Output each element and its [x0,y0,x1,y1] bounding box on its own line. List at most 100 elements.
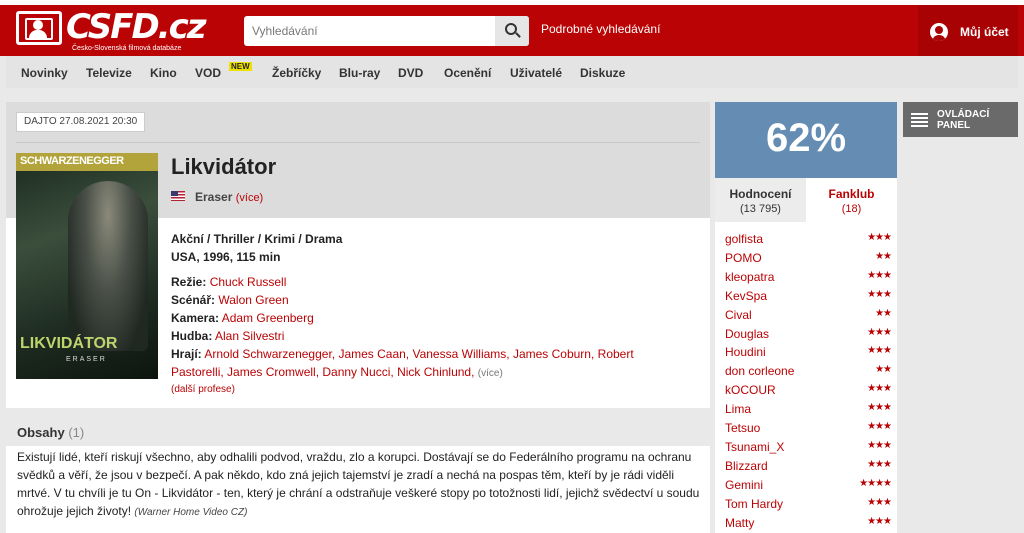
rater-row[interactable]: golfista ★★★ [725,232,892,250]
rater-row[interactable]: Tetsuo ★★★ [725,421,892,439]
search-input[interactable] [244,16,494,46]
nav-item-bluray[interactable]: Blu-ray [339,66,380,80]
rater-stars: ★★ [875,364,892,376]
creator-cast: Hrají: Arnold Schwarzenegger, James Caan… [171,347,634,361]
tab-ratings[interactable]: Hodnocení (13 795) [715,178,806,222]
rater-row[interactable]: kOCOUR ★★★ [725,383,892,401]
plot-panel: Obsahy (1) Existují lidé, kteří riskují … [6,416,710,533]
plot-count: (1) [68,425,85,440]
rater-stars: ★★★★ [859,477,892,489]
rater-name[interactable]: Blizzard [725,459,768,473]
rater-stars: ★★★ [867,439,892,451]
rater-name[interactable]: Lima [725,402,751,416]
nav-item-vod[interactable]: VOD [195,66,221,80]
rater-name[interactable]: Houdini [725,345,766,359]
creator-role: Režie: [171,275,207,289]
film-title: Likvidátor [171,154,277,179]
logo-film-icon [16,11,62,45]
creator-role: Hudba: [171,329,213,343]
nav-item-uzivatele[interactable]: Uživatelé [510,66,562,80]
rater-stars: ★★ [875,250,892,262]
nav-item-zebricky[interactable]: Žebříčky [272,66,321,80]
cast-more-link[interactable]: (více) [478,368,503,379]
rating-column: 62% Hodnocení (13 795) Fanklub (18) golf… [715,102,897,533]
rater-name[interactable]: KevSpa [725,289,767,303]
cast-links[interactable]: Arnold Schwarzenegger, James Caan, Vanes… [204,347,633,361]
search-button[interactable] [495,16,529,46]
cast-links[interactable]: Pastorelli, James Cromwell, Danny Nucci,… [171,365,474,379]
rater-row[interactable]: Matty ★★★ [725,516,892,533]
rater-stars: ★★★ [867,345,892,357]
tab-fanclub[interactable]: Fanklub (18) [806,178,897,222]
account-label: Můj účet [960,25,1009,39]
rater-row[interactable]: KevSpa ★★★ [725,288,892,307]
rater-row[interactable]: Douglas ★★★ [725,327,892,345]
rater-stars: ★★★ [867,402,892,414]
creator-link[interactable]: Chuck Russell [210,275,287,289]
rater-name[interactable]: kOCOUR [725,383,776,397]
rater-row[interactable]: Lima ★★★ [725,402,892,420]
nav-item-dvd[interactable]: DVD [398,66,423,80]
creator-music: Hudba: Alan Silvestri [171,329,284,343]
control-panel-label: OVLÁDACÍ PANEL [937,109,990,131]
film-genres: Akční / Thriller / Krimi / Drama [171,232,343,246]
nav-item-televize[interactable]: Televize [86,66,132,80]
rater-row[interactable]: Blizzard ★★★ [725,458,892,477]
nav-item-kino[interactable]: Kino [150,66,177,80]
rater-name[interactable]: Douglas [725,327,769,341]
tv-broadcast-tag[interactable]: DAJTO 27.08.2021 20:30 [16,112,146,132]
rater-name[interactable]: Gemini [725,478,763,492]
rater-row[interactable]: Cival ★★ [725,307,892,326]
rater-stars: ★★★ [867,269,892,281]
film-poster[interactable]: SCHWARZENEGGER LIKVIDÁTOR ERASER [16,153,158,379]
rater-stars: ★★★ [867,232,892,243]
rater-name[interactable]: golfista [725,232,763,246]
nav-item-novinky[interactable]: Novinky [21,66,68,80]
tab-fanclub-count: (18) [841,203,862,215]
rater-row[interactable]: don corleone ★★ [725,364,892,382]
rater-name[interactable]: don corleone [725,364,794,378]
extra-professions-link[interactable]: (další profese) [171,384,235,395]
search-box [244,16,529,46]
control-panel-button[interactable]: OVLÁDACÍ PANEL [903,102,1018,137]
creator-link[interactable]: Adam Greenberg [222,311,314,325]
rater-row[interactable]: Gemini ★★★★ [725,477,892,496]
rater-row[interactable]: kleopatra ★★★ [725,269,892,288]
poster-actor-name: SCHWARZENEGGER [20,155,124,167]
rater-name[interactable]: kleopatra [725,270,774,284]
rater-stars: ★★★ [867,458,892,470]
site-header: CSFD.cz Česko-Slovenská filmová databáze… [0,0,1024,56]
original-name-text: Eraser [195,190,233,204]
film-panel: DAJTO 27.08.2021 20:30 SCHWARZENEGGER LI… [6,102,710,408]
rater-row[interactable]: POMO ★★ [725,250,892,269]
rater-row[interactable]: Houdini ★★★ [725,345,892,363]
account-button[interactable]: Můj účet [918,5,1018,56]
rater-row[interactable]: Tom Hardy ★★★ [725,497,892,515]
rater-stars: ★★ [875,307,892,319]
creator-role: Hrají: [171,347,202,361]
creator-cast-cont: Pastorelli, James Cromwell, Danny Nucci,… [171,365,503,379]
creator-director: Režie: Chuck Russell [171,275,286,289]
rater-name[interactable]: Cival [725,308,752,322]
poster-subtitle: ERASER [66,356,107,363]
rater-row[interactable]: Tsunami_X ★★★ [725,439,892,458]
header-bar: CSFD.cz Česko-Slovenská filmová databáze… [6,5,1018,56]
rater-name[interactable]: Tom Hardy [725,497,783,511]
creator-link[interactable]: Walon Green [218,293,288,307]
creator-camera: Kamera: Adam Greenberg [171,311,314,325]
plot-header: Obsahy (1) [6,416,710,446]
nav-item-diskuze[interactable]: Diskuze [580,66,625,80]
tab-fanclub-label: Fanklub [828,187,875,201]
rater-stars: ★★★ [867,288,892,300]
nav-item-oceneni[interactable]: Ocenění [444,66,491,80]
rater-name[interactable]: POMO [725,251,762,265]
site-logo[interactable]: CSFD.cz Česko-Slovenská filmová databáze [16,7,207,53]
creator-link[interactable]: Alan Silvestri [215,329,284,343]
rater-name[interactable]: Tetsuo [725,421,760,435]
rater-name[interactable]: Tsunami_X [725,440,784,454]
logo-subtitle: Česko-Slovenská filmová databáze [72,45,182,52]
usa-flag-icon [171,191,185,201]
original-name-more-link[interactable]: (více) [236,192,264,204]
advanced-search-link[interactable]: Podrobné vyhledávání [541,22,660,36]
rater-name[interactable]: Matty [725,516,754,530]
